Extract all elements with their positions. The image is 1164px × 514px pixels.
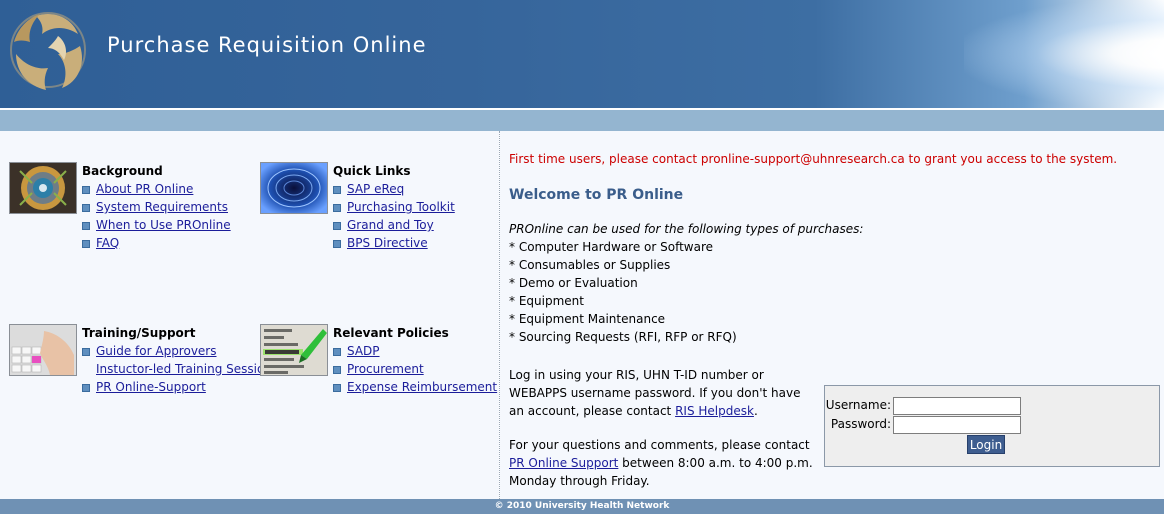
list-item: * Equipment [509,294,584,308]
section-background: Background About PR Online System Requir… [9,162,249,262]
link-system-requirements[interactable]: System Requirements [96,200,228,214]
footer-copyright: © 2010 University Health Network [0,499,1164,514]
login-form: Username: Password: Login [824,385,1160,467]
link-about-pr-online[interactable]: About PR Online [96,182,193,196]
bullet-icon [82,222,90,230]
bullet-icon [333,348,341,356]
welcome-heading: Welcome to PR Online [509,187,684,203]
background-thumbnail [9,162,77,214]
uhn-logo-icon [10,12,86,90]
section-relevant-policies: Relevant Policies SADP Procurement Expen… [260,324,499,414]
bullet-icon [333,186,341,194]
purpose-list: * Computer Hardware or Software * Consum… [509,239,737,347]
link-when-to-use[interactable]: When to Use PROnline [96,218,231,232]
link-grand-and-toy[interactable]: Grand and Toy [347,218,434,232]
bullet-icon [333,366,341,374]
link-pr-online-support-contact[interactable]: PR Online Support [509,456,618,470]
app-title: Purchase Requisition Online [107,33,427,57]
purpose-intro: PROnline can be used for the following t… [509,222,864,236]
login-instructions-end: . [753,404,758,418]
bullet-icon [82,204,90,212]
login-instructions: Log in using your RIS, UHN T-ID number o… [509,366,809,420]
section-quick-links: Quick Links SAP eReq Purchasing Toolkit … [260,162,499,262]
list-item: * Demo or Evaluation [509,276,638,290]
list-item: * Computer Hardware or Software [509,240,714,254]
list-item: SAP eReq [333,181,455,199]
training-links: Guide for Approvers Instuctor-led Traini… [82,343,278,397]
list-item: PR Online-Support [82,379,278,397]
list-item: Grand and Toy [333,217,455,235]
link-bps-directive[interactable]: BPS Directive [347,236,428,250]
list-item: Procurement [333,361,497,379]
list-item: SADP [333,343,497,361]
password-input[interactable] [893,416,1021,434]
bullet-icon [82,348,90,356]
bullet-icon [82,384,90,392]
bullet-icon [333,384,341,392]
right-panel: First time users, please contact pronlin… [500,131,1164,499]
list-item: Guide for Approvers [82,343,278,361]
contact-text: For your questions and comments, please … [509,438,810,452]
list-item: * Sourcing Requests (RFI, RFP or RFQ) [509,330,737,344]
username-input[interactable] [893,397,1021,415]
quick-links-thumbnail [260,162,328,214]
list-item: Instuctor-led Training Sessions [82,361,278,379]
policies-title: Relevant Policies [333,326,449,340]
link-guide-for-approvers[interactable]: Guide for Approvers [96,344,217,358]
background-title: Background [82,164,163,178]
contact-info: For your questions and comments, please … [509,436,824,490]
bullet-icon [333,222,341,230]
training-thumbnail [9,324,77,376]
username-label: Username: [825,398,891,412]
first-time-notice: First time users, please contact pronlin… [509,152,1118,166]
bullet-icon [333,240,341,248]
section-training-support: Training/Support Guide for Approvers Ins… [9,324,278,414]
light-rays-decoration [964,0,1164,108]
link-faq[interactable]: FAQ [96,236,119,250]
link-sap-ereq[interactable]: SAP eReq [347,182,404,196]
link-ris-helpdesk[interactable]: RIS Helpdesk [675,404,754,418]
link-instructor-led-training[interactable]: Instuctor-led Training Sessions [96,362,278,376]
header-banner: Purchase Requisition Online [0,0,1164,108]
link-purchasing-toolkit[interactable]: Purchasing Toolkit [347,200,455,214]
link-pr-online-support[interactable]: PR Online-Support [96,380,206,394]
link-expense-reimbursement[interactable]: Expense Reimbursement [347,380,497,394]
quick-links-title: Quick Links [333,164,411,178]
bullet-icon [82,186,90,194]
list-item: BPS Directive [333,235,455,253]
list-item: About PR Online [82,181,231,199]
quick-links-list: SAP eReq Purchasing Toolkit Grand and To… [333,181,455,253]
link-sadp[interactable]: SADP [347,344,380,358]
policies-thumbnail [260,324,328,376]
bullet-icon [82,240,90,248]
list-item: FAQ [82,235,231,253]
list-item: * Consumables or Supplies [509,258,671,272]
login-button[interactable]: Login [967,435,1005,454]
background-links: About PR Online System Requirements When… [82,181,231,253]
bullet-icon [333,204,341,212]
list-item: Expense Reimbursement [333,379,497,397]
policies-links: SADP Procurement Expense Reimbursement [333,343,497,397]
training-title: Training/Support [82,326,196,340]
list-item: * Equipment Maintenance [509,312,666,326]
password-label: Password: [830,417,891,431]
left-panel: Background About PR Online System Requir… [0,131,499,499]
list-item: Purchasing Toolkit [333,199,455,217]
sub-header-bar [0,110,1164,131]
list-item: When to Use PROnline [82,217,231,235]
list-item: System Requirements [82,199,231,217]
link-procurement[interactable]: Procurement [347,362,424,376]
